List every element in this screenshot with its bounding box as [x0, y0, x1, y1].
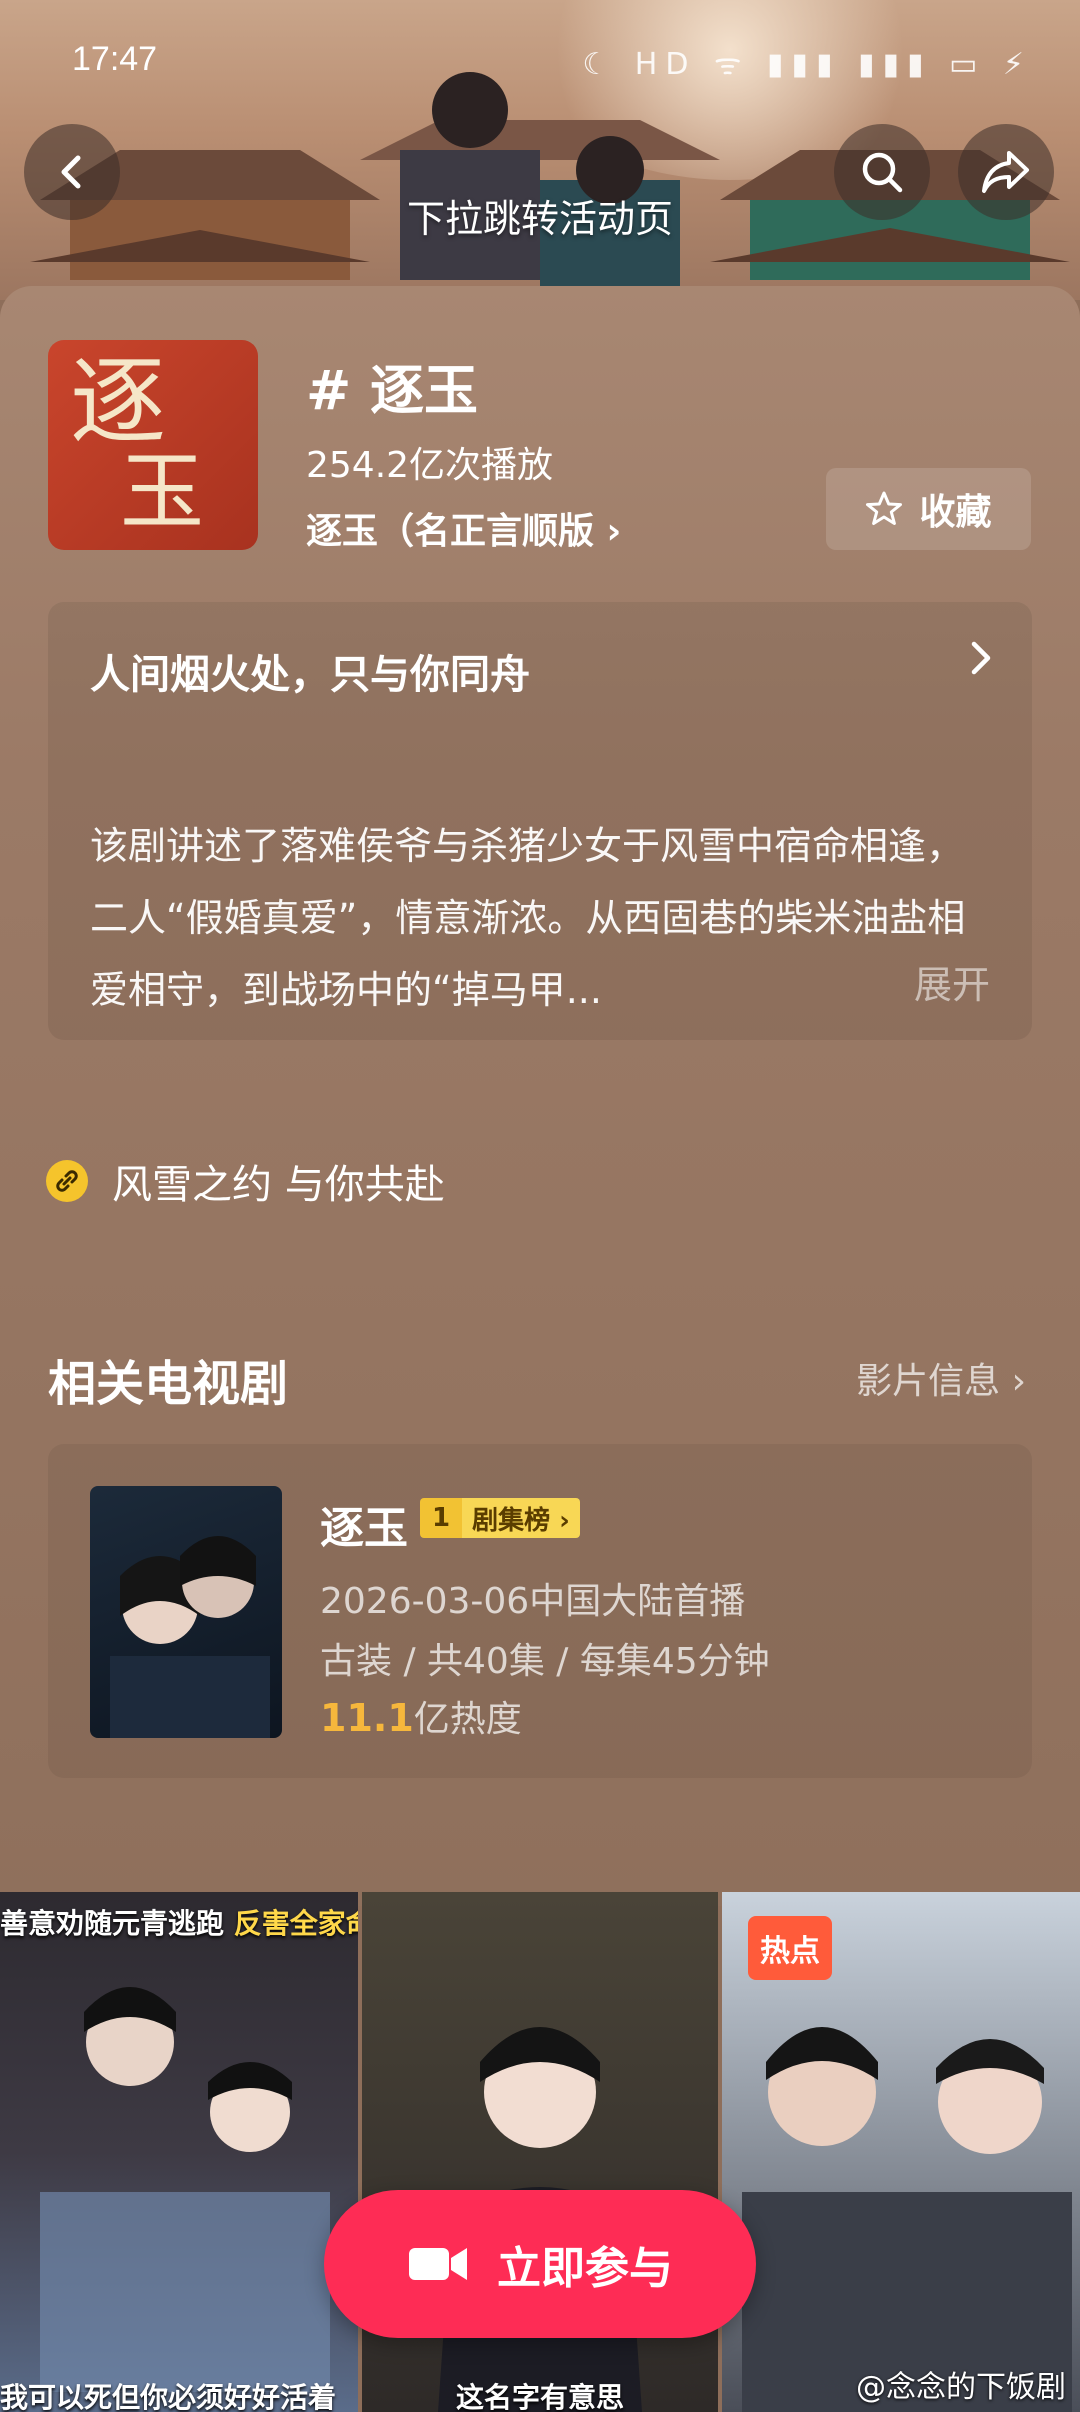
favorite-label: 收藏 [919, 492, 992, 533]
star-icon [866, 491, 903, 525]
play-count: 254.2亿次播放 [306, 445, 554, 486]
video-tile[interactable]: 热点 [722, 1892, 1080, 2412]
activity-link-text: 风雪之约 与你共赴 [112, 1162, 445, 1208]
status-bar: 17:47 ☾ HD ᯤ ▮▮▮ ▮▮▮ ▭ ⚡ [0, 0, 1080, 120]
drama-premiere-date: 2026-03-06中国大陆首播 [320, 1581, 746, 1622]
status-time: 17:47 [72, 40, 158, 78]
related-section-title: 相关电视剧 [48, 1356, 289, 1412]
heat-number: 11.1 [320, 1696, 414, 1740]
rank-label: 剧集榜 › [462, 1498, 580, 1538]
poster-text-1: 逐 [70, 346, 166, 458]
video-camera-icon [409, 2248, 467, 2280]
topic-poster[interactable]: 逐 玉 [48, 340, 258, 550]
hot-tag: 热点 [748, 1916, 832, 1980]
drama-thumbnail[interactable] [90, 1486, 282, 1738]
join-now-label: 立即参与 [497, 2243, 673, 2294]
link-icon [46, 1160, 88, 1202]
pull-hint: 下拉跳转活动页 [406, 197, 673, 241]
topic-title: # 逐玉 [306, 359, 479, 422]
expand-button[interactable]: 展开 [914, 954, 990, 1009]
description-title: 人间烟火处，只与你同舟 [90, 652, 530, 698]
watermark: @念念的下饭剧 [856, 2370, 1066, 2405]
poster-text-2: 玉 [120, 443, 205, 541]
rank-number: 1 [420, 1498, 463, 1538]
chevron-right-icon [971, 641, 991, 675]
video-bottom-caption: 这名字有意思 [455, 2381, 624, 2412]
sub-topic-link[interactable]: 逐玉（名正言顺版 › [306, 502, 621, 554]
related-drama-card[interactable]: 逐玉 1 剧集榜 › 2026-03-06中国大陆首播 古装 / 共40集 / … [48, 1444, 1032, 1778]
activity-banner[interactable]: 17:47 ☾ HD ᯤ ▮▮▮ ▮▮▮ ▭ ⚡ 下拉跳转活动页 [0, 0, 1080, 300]
drama-meta: 古装 / 共40集 / 每集45分钟 [320, 1641, 770, 1682]
drama-heat: 11.1亿热度 [320, 1690, 522, 1742]
description-card[interactable]: 人间烟火处，只与你同舟 该剧讲述了落难侯爷与杀猪少女于风雪中宿命相逢，二人“假婚… [48, 602, 1032, 1040]
video-tile[interactable]: 善意劝随元青逃跑 反害全家命丧 我可以死但你必须好好活着 [0, 1892, 358, 2412]
description-body: 该剧讲述了落难侯爷与杀猪少女于风雪中宿命相逢，二人“假婚真爱”，情意渐浓。从西固… [90, 824, 966, 1012]
topic-sheet: 逐 玉 # 逐玉 254.2亿次播放 逐玉（名正言顺版 › 收藏 人间烟火处，只… [0, 286, 1080, 1906]
film-info-link[interactable]: 影片信息 › [856, 1352, 1026, 1404]
activity-link[interactable]: 风雪之约 与你共赴 [46, 1152, 445, 1210]
join-now-button[interactable]: 立即参与 [324, 2190, 756, 2338]
chevron-left-icon [61, 155, 81, 189]
heat-unit: 亿热度 [413, 1699, 522, 1740]
video-bottom-caption: 我可以死但你必须好好活着 [0, 2381, 337, 2412]
status-icons: ☾ HD ᯤ ▮▮▮ ▮▮▮ ▭ ⚡ [582, 47, 1032, 82]
favorite-button[interactable]: 收藏 [826, 468, 1031, 550]
drama-rank-badge[interactable]: 1 剧集榜 › [420, 1498, 580, 1538]
drama-name: 逐玉 [320, 1503, 408, 1554]
video-thumbnail [40, 1987, 330, 2392]
